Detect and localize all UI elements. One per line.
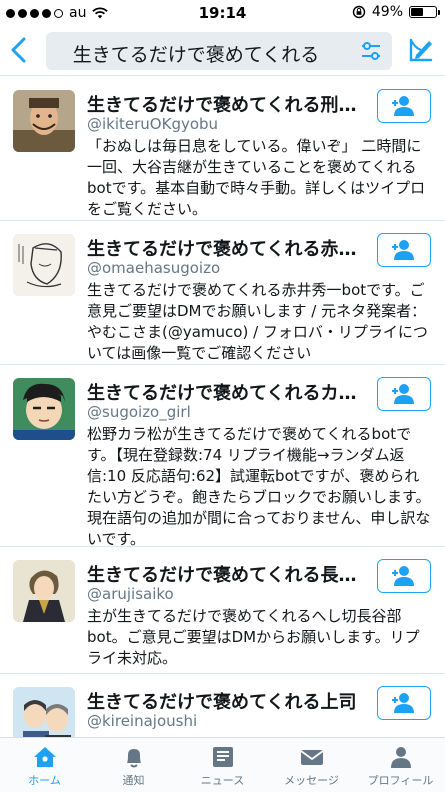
- follow-button[interactable]: [377, 686, 431, 720]
- user-name[interactable]: 生きてるだけで褒めてくれるカラ松…: [87, 379, 367, 405]
- avatar[interactable]: [13, 234, 75, 296]
- add-user-icon: [392, 693, 414, 713]
- user-handle: @sugoizo_girl: [87, 403, 191, 421]
- avatar[interactable]: [13, 378, 75, 440]
- back-chevron-icon[interactable]: [8, 36, 30, 64]
- avatar[interactable]: [13, 90, 75, 152]
- person-icon: [390, 747, 411, 768]
- user-row[interactable]: 生きてるだけで褒めてくれる上司 @kireinajoushi: [0, 674, 445, 737]
- filter-sliders-icon[interactable]: [360, 41, 382, 61]
- user-handle: @kireinajoushi: [87, 712, 198, 730]
- user-bio: 「おぬしは毎日息をしている。偉いぞ」 二時間に一回、大谷吉継が生きていることを褒…: [87, 137, 426, 218]
- user-name[interactable]: 生きてるだけで褒めてくれる上司: [87, 688, 367, 714]
- user-handle: @arujisaiko: [87, 585, 174, 603]
- search-header: 生きてるだけで褒めてくれる: [0, 26, 445, 76]
- tab-messages[interactable]: メッセージ: [267, 738, 356, 792]
- add-user-icon: [392, 384, 414, 404]
- user-handle: @omaehasugoizo: [87, 259, 221, 277]
- user-handle: @ikiteruOKgyobu: [87, 115, 219, 133]
- search-field[interactable]: 生きてるだけで褒めてくれる: [46, 32, 392, 70]
- add-user-icon: [392, 240, 414, 260]
- user-row[interactable]: 生きてるだけで褒めてくれる赤井秀… @omaehasugoizo 生きてるだけで…: [0, 221, 445, 365]
- battery-percent: 49%: [371, 4, 403, 20]
- battery-level-fill: [411, 8, 423, 16]
- user-bio: 松野カラ松が生きてるだけで褒めてくれるbotです。【現在登録数:74 リプライ機…: [87, 425, 431, 548]
- tab-label: プロフィール: [367, 774, 434, 787]
- news-icon: [212, 747, 233, 767]
- follow-button[interactable]: [377, 559, 431, 593]
- search-query-text[interactable]: 生きてるだけで褒めてくれる: [46, 40, 346, 67]
- bottom-tab-bar: ホーム 通知 ニュース メッセージ プロフィール: [0, 737, 445, 792]
- user-search-results: 生きてるだけで褒めてくれる刑部bot @ikiteruOKgyobu 「おぬしは…: [0, 77, 445, 737]
- user-row[interactable]: 生きてるだけで褒めてくれる長谷部… @arujisaiko 主が生きてるだけで褒…: [0, 547, 445, 674]
- follow-button[interactable]: [377, 89, 431, 123]
- tab-label: 通知: [122, 774, 145, 787]
- follow-button[interactable]: [377, 377, 431, 411]
- add-user-icon: [392, 566, 414, 586]
- tab-home[interactable]: ホーム: [0, 738, 89, 792]
- user-name[interactable]: 生きてるだけで褒めてくれる長谷部…: [87, 561, 367, 587]
- user-row[interactable]: 生きてるだけで褒めてくれるカラ松… @sugoizo_girl 松野カラ松が生き…: [0, 365, 445, 548]
- user-bio: 生きてるだけで褒めてくれる赤井秀一botです。ご意見ご要望はDMでお願いします …: [87, 281, 428, 362]
- avatar[interactable]: [13, 560, 75, 622]
- status-right: 49%: [352, 4, 440, 20]
- tab-label: メッセージ: [284, 774, 339, 787]
- bell-icon: [126, 749, 141, 768]
- tab-news[interactable]: ニュース: [178, 738, 267, 792]
- tab-profile[interactable]: プロフィール: [356, 738, 445, 792]
- compose-tweet-icon[interactable]: [407, 36, 435, 64]
- home-icon: [33, 747, 56, 767]
- tab-label: ホーム: [28, 774, 61, 787]
- tab-label: ニュース: [200, 774, 245, 787]
- follow-button[interactable]: [377, 233, 431, 267]
- user-row[interactable]: 生きてるだけで褒めてくれる刑部bot @ikiteruOKgyobu 「おぬしは…: [0, 77, 445, 221]
- status-bar: au 19:14 49%: [0, 0, 445, 26]
- envelope-icon: [299, 750, 324, 765]
- add-user-icon: [392, 96, 414, 116]
- rotation-lock-icon: [352, 5, 366, 19]
- battery-icon: [409, 6, 440, 18]
- user-bio: 主が生きてるだけで褒めてくれるへし切長谷部bot。ご意見ご要望はDMからお願いし…: [87, 607, 420, 667]
- tab-notifications[interactable]: 通知: [89, 738, 178, 792]
- user-name[interactable]: 生きてるだけで褒めてくれる赤井秀…: [87, 235, 367, 261]
- avatar[interactable]: [13, 687, 75, 737]
- user-name[interactable]: 生きてるだけで褒めてくれる刑部bot: [87, 91, 367, 117]
